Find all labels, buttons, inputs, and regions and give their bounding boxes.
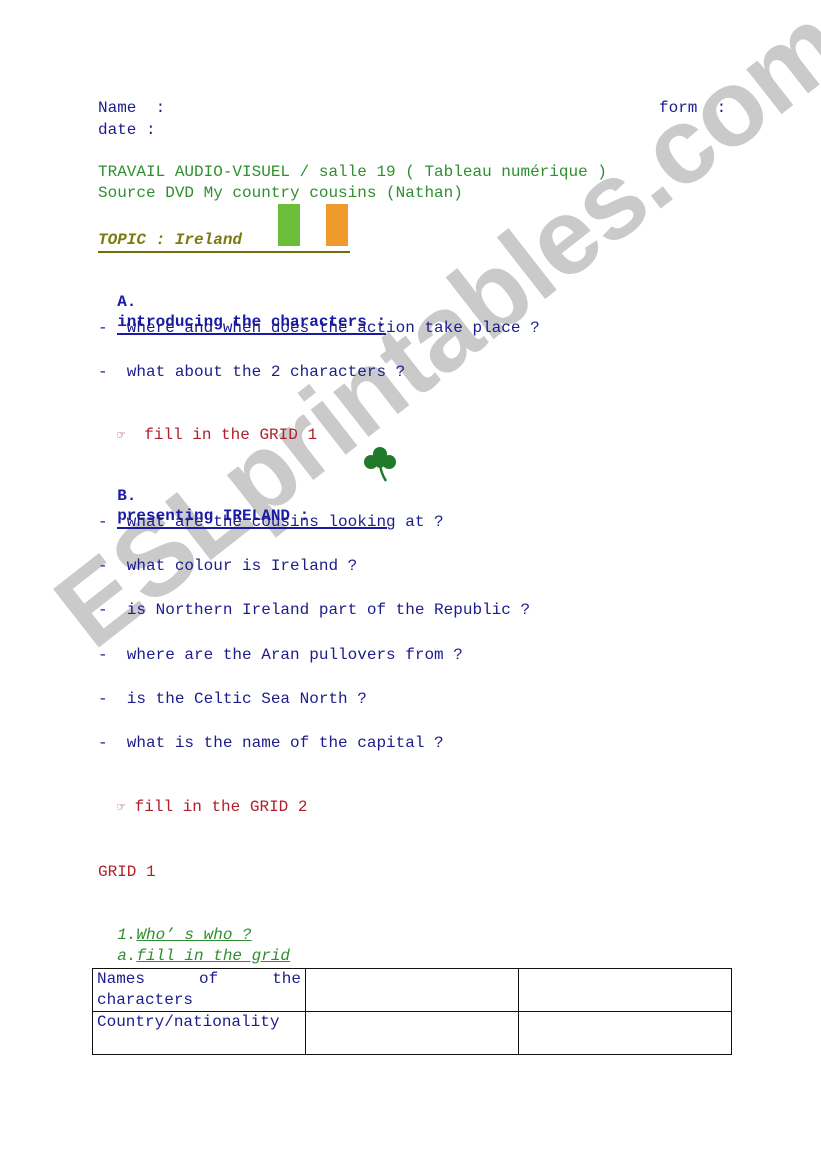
table-row: Country/nationality [92,1011,732,1055]
pointing-hand-icon: ☞ [117,428,126,443]
row-label-country: Country/nationality [92,1011,306,1055]
instruction-b: ☞ fill in the GRID 2 [98,777,307,818]
pointing-hand-icon: ☞ [117,800,126,815]
question-b-4: - where are the Aran pullovers from ? [98,646,463,664]
flag-green-stripe [278,204,300,246]
grid1-sub2-text: fill in the grid [136,947,291,965]
name-label: Name : [98,99,166,117]
flag-white-stripe [300,204,322,246]
grid1-title: GRID 1 [98,863,156,881]
grid1-sub2-num: a. [117,947,137,965]
question-b-2: - what colour is Ireland ? [98,557,358,575]
grid1-table: Names of the characters Country/national… [92,968,732,1055]
instruction-a-text: fill in the GRID 1 [144,426,318,444]
date-label: date : [98,121,156,139]
shamrock-icon [364,447,396,482]
answer-cell[interactable] [518,968,732,1012]
question-b-5: - is the Celtic Sea North ? [98,690,367,708]
question-b-1: - what are the cousins looking at ? [98,513,444,531]
grid1-subtitle-2: a.fill in the grid [98,926,290,966]
instruction-a: ☞ fill in the GRID 1 [98,405,317,446]
row-label-names: Names of the characters [92,968,306,1012]
question-a-1: - where and when does the action take pl… [98,319,540,337]
answer-cell[interactable] [518,1011,732,1055]
intro-line-1: TRAVAIL AUDIO-VISUEL / salle 19 ( Tablea… [98,163,607,181]
question-b-6: - what is the name of the capital ? [98,734,444,752]
table-row: Names of the characters [92,968,732,1012]
section-a-letter: A. [117,293,137,311]
answer-cell[interactable] [305,1011,519,1055]
answer-cell[interactable] [305,968,519,1012]
form-label: form : [659,99,727,117]
topic-heading: TOPIC : Ireland [98,204,350,253]
instruction-b-text: fill in the GRID 2 [134,798,308,816]
intro-line-2: Source DVD My country cousins (Nathan) [98,184,463,202]
flag-orange-stripe [326,204,348,246]
question-a-2: - what about the 2 characters ? [98,363,406,381]
section-b-letter: B. [117,487,137,505]
topic-label: TOPIC : Ireland [98,231,243,249]
question-b-3: - is Northern Ireland part of the Republ… [98,601,531,619]
